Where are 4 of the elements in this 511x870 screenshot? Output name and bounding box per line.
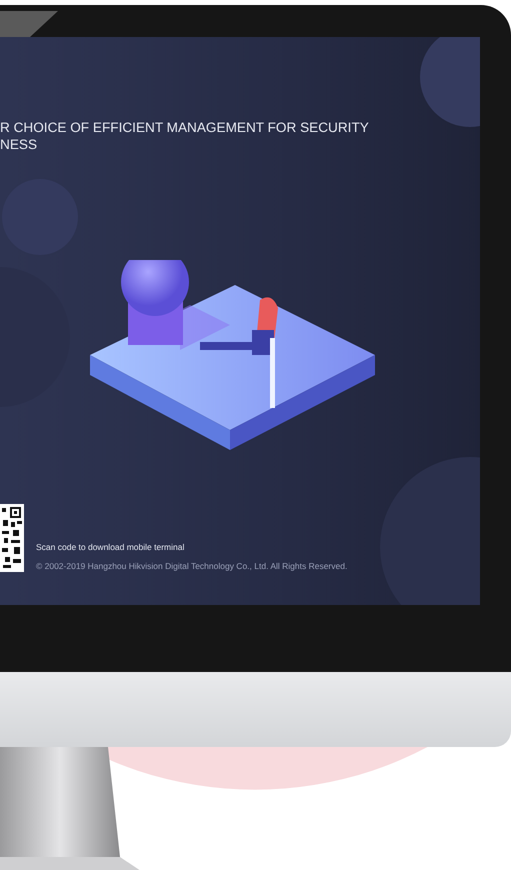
headline: R CHOICE OF EFFICIENT MANAGEMENT FOR SECURITY NESS xyxy=(0,119,369,153)
copyright-text: © 2002-2019 Hangzhou Hikvision Digital Technology Co., Ltd. All Rights Reserved. xyxy=(36,561,348,571)
scan-hint: Scan code to download mobile terminal xyxy=(36,542,186,552)
qr-code-icon xyxy=(0,504,24,572)
